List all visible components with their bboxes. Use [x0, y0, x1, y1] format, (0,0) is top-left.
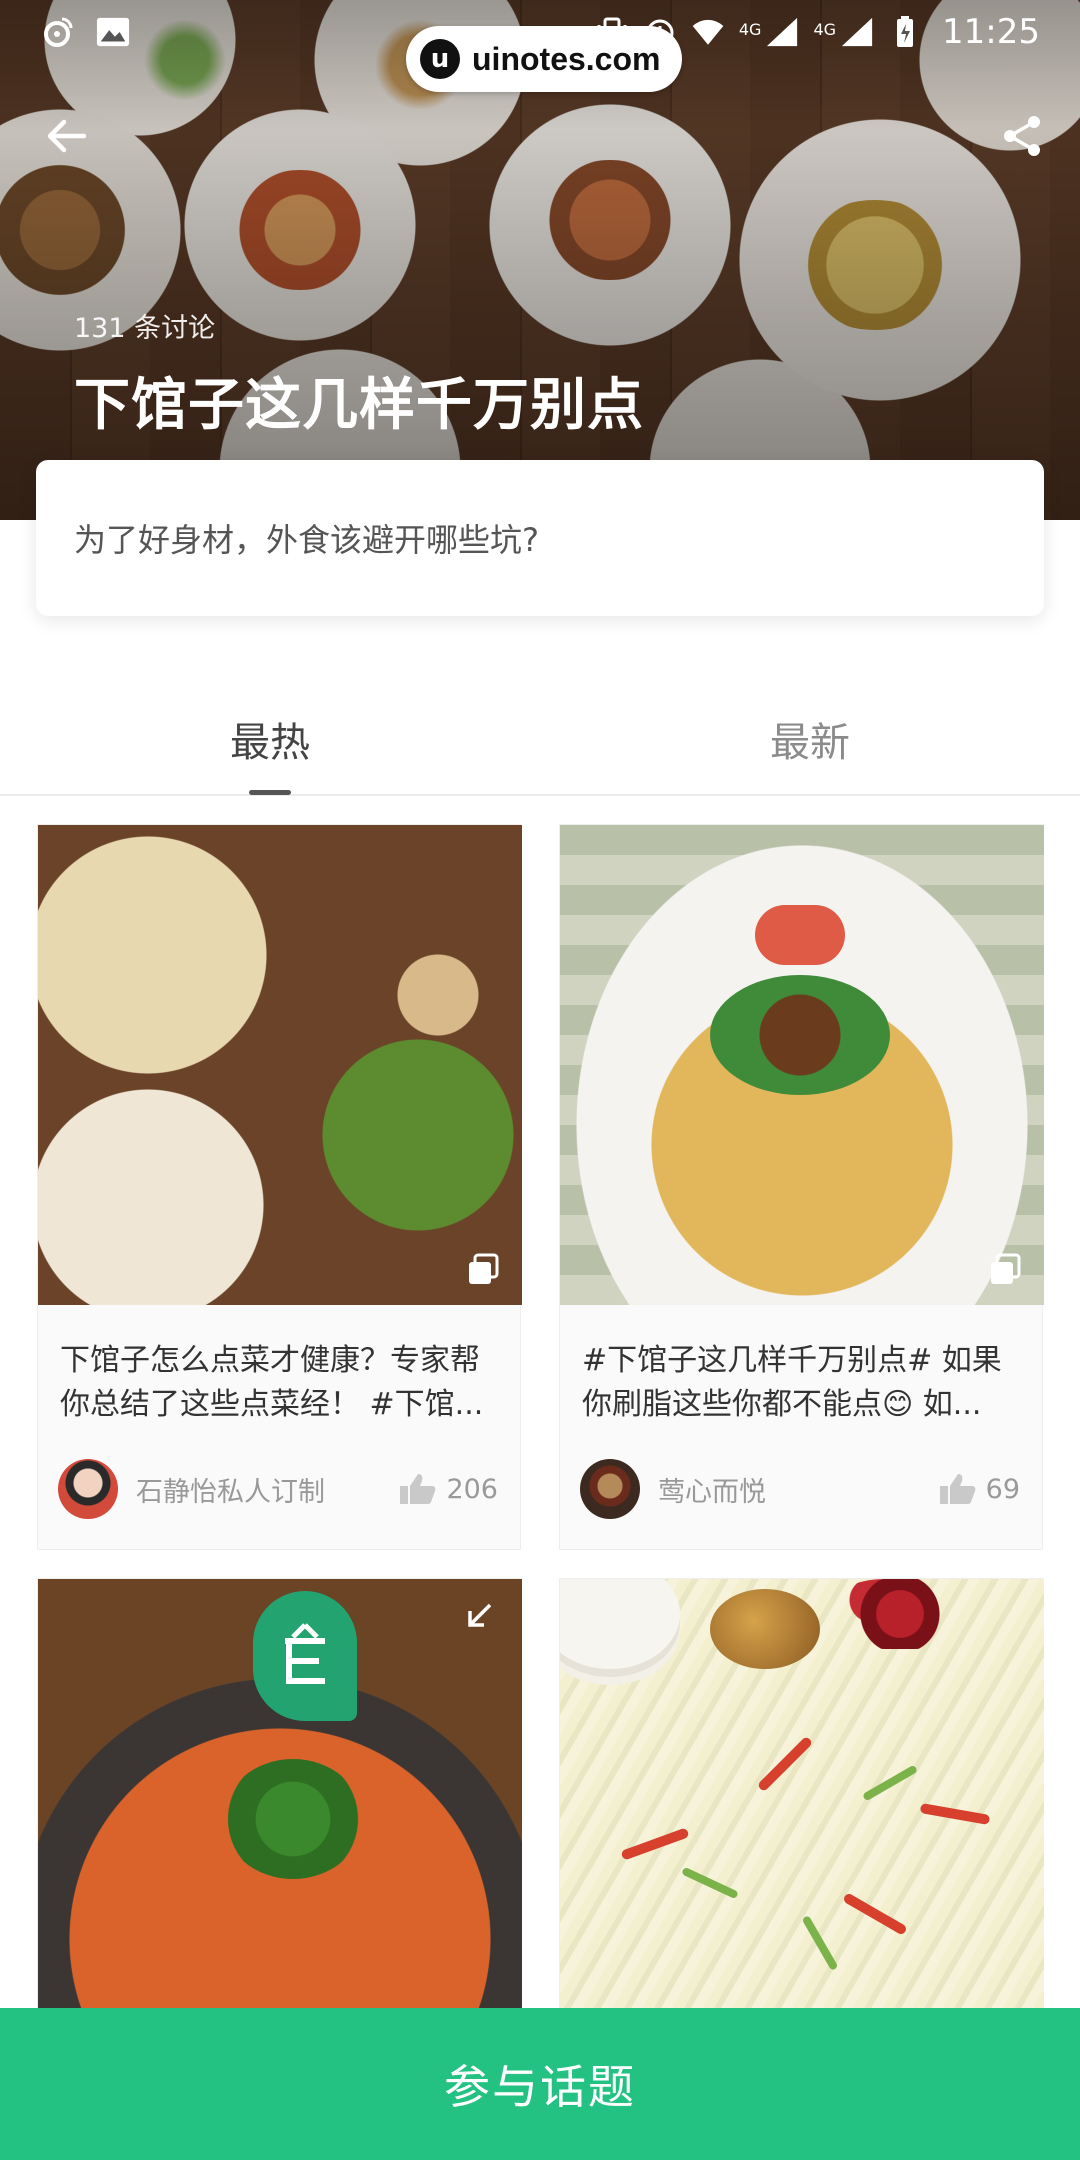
- post-meta: 石静怡私人订制 206: [38, 1439, 520, 1549]
- watermark-text: uinotes.com: [472, 40, 661, 77]
- keep-healthy-logo: [253, 1591, 357, 1721]
- multi-image-icon: [469, 1253, 499, 1284]
- tab-hot[interactable]: 最热: [0, 710, 540, 768]
- tab-latest[interactable]: 最新: [540, 710, 1080, 768]
- weibo-icon: [40, 15, 74, 49]
- watermark-badge: u uinotes.com: [406, 26, 683, 92]
- post-card[interactable]: [37, 1578, 522, 2060]
- back-arrow-icon: [47, 119, 87, 153]
- watermark-logo: u: [420, 39, 460, 79]
- parsley-garnish: [223, 1759, 363, 1879]
- page-title: 下馆子这几样千万别点: [74, 373, 644, 438]
- post-text: 下馆子怎么点菜才健康？专家帮你总结了这些点菜经！ #下馆...: [60, 1343, 484, 1422]
- thumb-up-icon: [939, 1474, 976, 1504]
- signal-icon: [765, 15, 799, 49]
- plate-stack: [560, 1579, 680, 1669]
- status-time: 11:25: [942, 12, 1040, 52]
- gallery-icon: [96, 15, 130, 49]
- screen: 4G 4G 11:25 u uinotes.com 131 条讨论 下馆子这几样…: [0, 0, 1080, 2160]
- post-card[interactable]: 下馆子怎么点菜才健康？专家帮你总结了这些点菜经！ #下馆... 石静怡私人订制 …: [37, 824, 522, 1550]
- share-icon: [1004, 116, 1040, 156]
- avatar[interactable]: [580, 1459, 640, 1519]
- network-type-1: 4G: [738, 20, 762, 39]
- pepper-strip: [620, 1827, 690, 1861]
- post-image: [560, 1579, 1044, 2059]
- bear-logo: [755, 905, 845, 965]
- multi-image-icon: [991, 1253, 1021, 1284]
- berries: [830, 1579, 970, 1649]
- noodle-topping: [710, 975, 890, 1095]
- pepper-strip: [842, 1892, 908, 1936]
- wifi-icon: [691, 15, 725, 49]
- signal-icon-2: [840, 15, 874, 49]
- tab-active-indicator: [249, 790, 291, 795]
- thumb-up-icon: [400, 1474, 436, 1504]
- join-topic-label: 参与话题: [444, 2060, 636, 2114]
- scallion-strip: [681, 1866, 739, 1900]
- avatar[interactable]: [58, 1459, 118, 1519]
- post-text: #下馆子这几样千万别点# 如果你刷脂这些你都不能点😊 如...: [582, 1343, 1002, 1422]
- scallion-strip: [801, 1915, 839, 1971]
- topic-question-text: 为了好身材，外食该避开哪些坑?: [74, 521, 539, 559]
- back-button[interactable]: [38, 108, 94, 164]
- like-count[interactable]: 69: [936, 1472, 1020, 1506]
- share-button[interactable]: [994, 108, 1050, 164]
- pepper-strip: [919, 1802, 991, 1826]
- fruit: [710, 1589, 820, 1669]
- author-name[interactable]: 石静怡私人订制: [136, 1470, 396, 1509]
- discussion-count: 131 条讨论: [74, 313, 216, 344]
- battery-icon: [888, 15, 922, 49]
- post-image: [560, 825, 1044, 1305]
- join-topic-button[interactable]: 参与话题: [0, 2008, 1080, 2160]
- post-card[interactable]: [559, 1578, 1044, 2060]
- like-count[interactable]: 206: [396, 1472, 498, 1506]
- like-count-value: 206: [446, 1473, 498, 1505]
- tab-bar: 最热 最新: [0, 680, 1080, 796]
- pepper-strip: [756, 1735, 814, 1793]
- post-image: [38, 825, 522, 1305]
- post-image: [38, 1579, 522, 2059]
- collapse-icon: [468, 1603, 492, 1627]
- post-card[interactable]: #下馆子这几样千万别点# 如果你刷脂这些你都不能点😊 如... 莺心而悦 69: [559, 824, 1044, 1550]
- topic-question-card: 为了好身材，外食该避开哪些坑?: [36, 460, 1044, 616]
- scallion-strip: [862, 1764, 918, 1802]
- like-count-value: 69: [985, 1473, 1020, 1505]
- post-meta: 莺心而悦 69: [560, 1439, 1042, 1549]
- network-type-2: 4G: [813, 20, 837, 39]
- author-name[interactable]: 莺心而悦: [658, 1470, 936, 1509]
